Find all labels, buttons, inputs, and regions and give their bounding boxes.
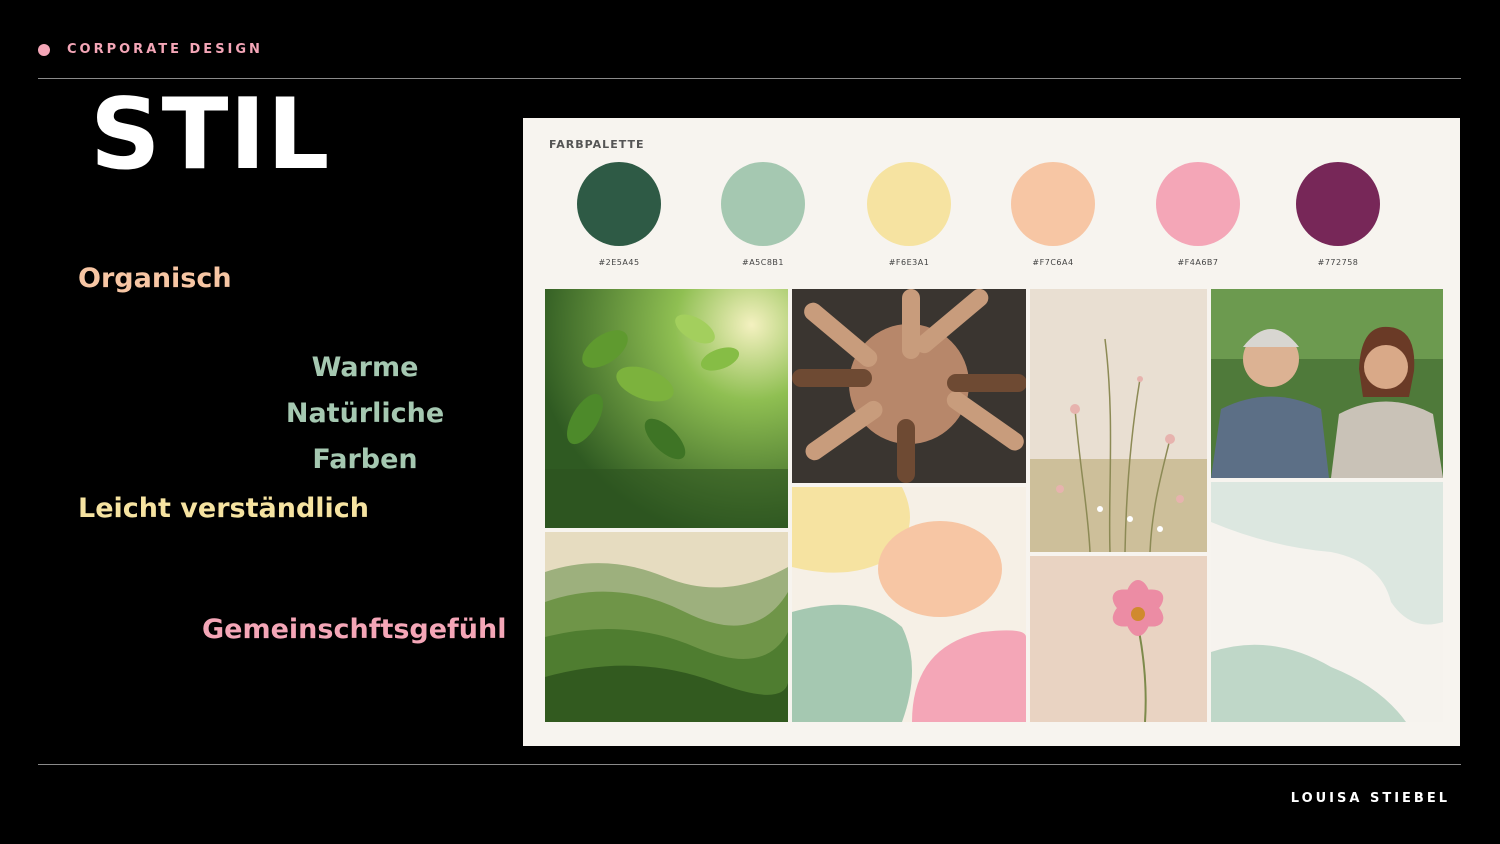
bottom-divider <box>38 764 1461 765</box>
keyword-warm-colors: Warme Natürliche Farben <box>230 345 500 483</box>
photo-pink-flower <box>1030 556 1207 722</box>
photo-green-valley <box>545 532 788 722</box>
palette-title: FARBPALETTE <box>549 138 645 151</box>
swatch-yellow: #F6E3A1 <box>867 162 951 267</box>
moodboard: FARBPALETTE #2E5A45 #A5C8B1 #F6E3A1 #F7C… <box>523 118 1460 746</box>
keyword-warm-colors-line1: Warme Natürliche <box>285 352 445 429</box>
header-dot <box>38 44 50 56</box>
swatch-peach: #F7C6A4 <box>1011 162 1095 267</box>
swatch-hex: #F7C6A4 <box>1032 258 1074 267</box>
swatch-hex: #2E5A45 <box>598 258 640 267</box>
abstract-color-shapes <box>792 487 1026 722</box>
page-title: STIL <box>90 78 331 192</box>
swatch-circle <box>1156 162 1240 246</box>
swatch-circle <box>1011 162 1095 246</box>
keyword-community: Gemeinschftsgefühl <box>202 614 507 645</box>
keyword-organic: Organisch <box>78 263 232 294</box>
swatch-dark-green: #2E5A45 <box>577 162 661 267</box>
swatch-hex: #F4A6B7 <box>1177 258 1219 267</box>
swatch-hex: #772758 <box>1317 258 1359 267</box>
swatch-circle <box>867 162 951 246</box>
abstract-sage-waves <box>1211 482 1443 722</box>
keyword-warm-colors-line2: Farben <box>312 444 418 475</box>
photo-green-leaves <box>545 289 788 528</box>
swatch-circle <box>1296 162 1380 246</box>
swatch-circle <box>577 162 661 246</box>
swatch-sage: #A5C8B1 <box>721 162 805 267</box>
photo-wildflowers <box>1030 289 1207 552</box>
swatch-plum: #772758 <box>1296 162 1380 267</box>
keyword-easy-to-understand: Leicht verständlich <box>78 493 370 524</box>
swatch-hex: #A5C8B1 <box>741 258 785 267</box>
author-name: LOUISA STIEBEL <box>1290 791 1450 806</box>
header-label: CORPORATE DESIGN <box>67 42 263 57</box>
photo-joined-hands <box>792 289 1026 483</box>
swatch-pink: #F4A6B7 <box>1156 162 1240 267</box>
swatch-hex: #F6E3A1 <box>888 258 930 267</box>
photo-smiling-couple <box>1211 289 1443 478</box>
swatch-circle <box>721 162 805 246</box>
